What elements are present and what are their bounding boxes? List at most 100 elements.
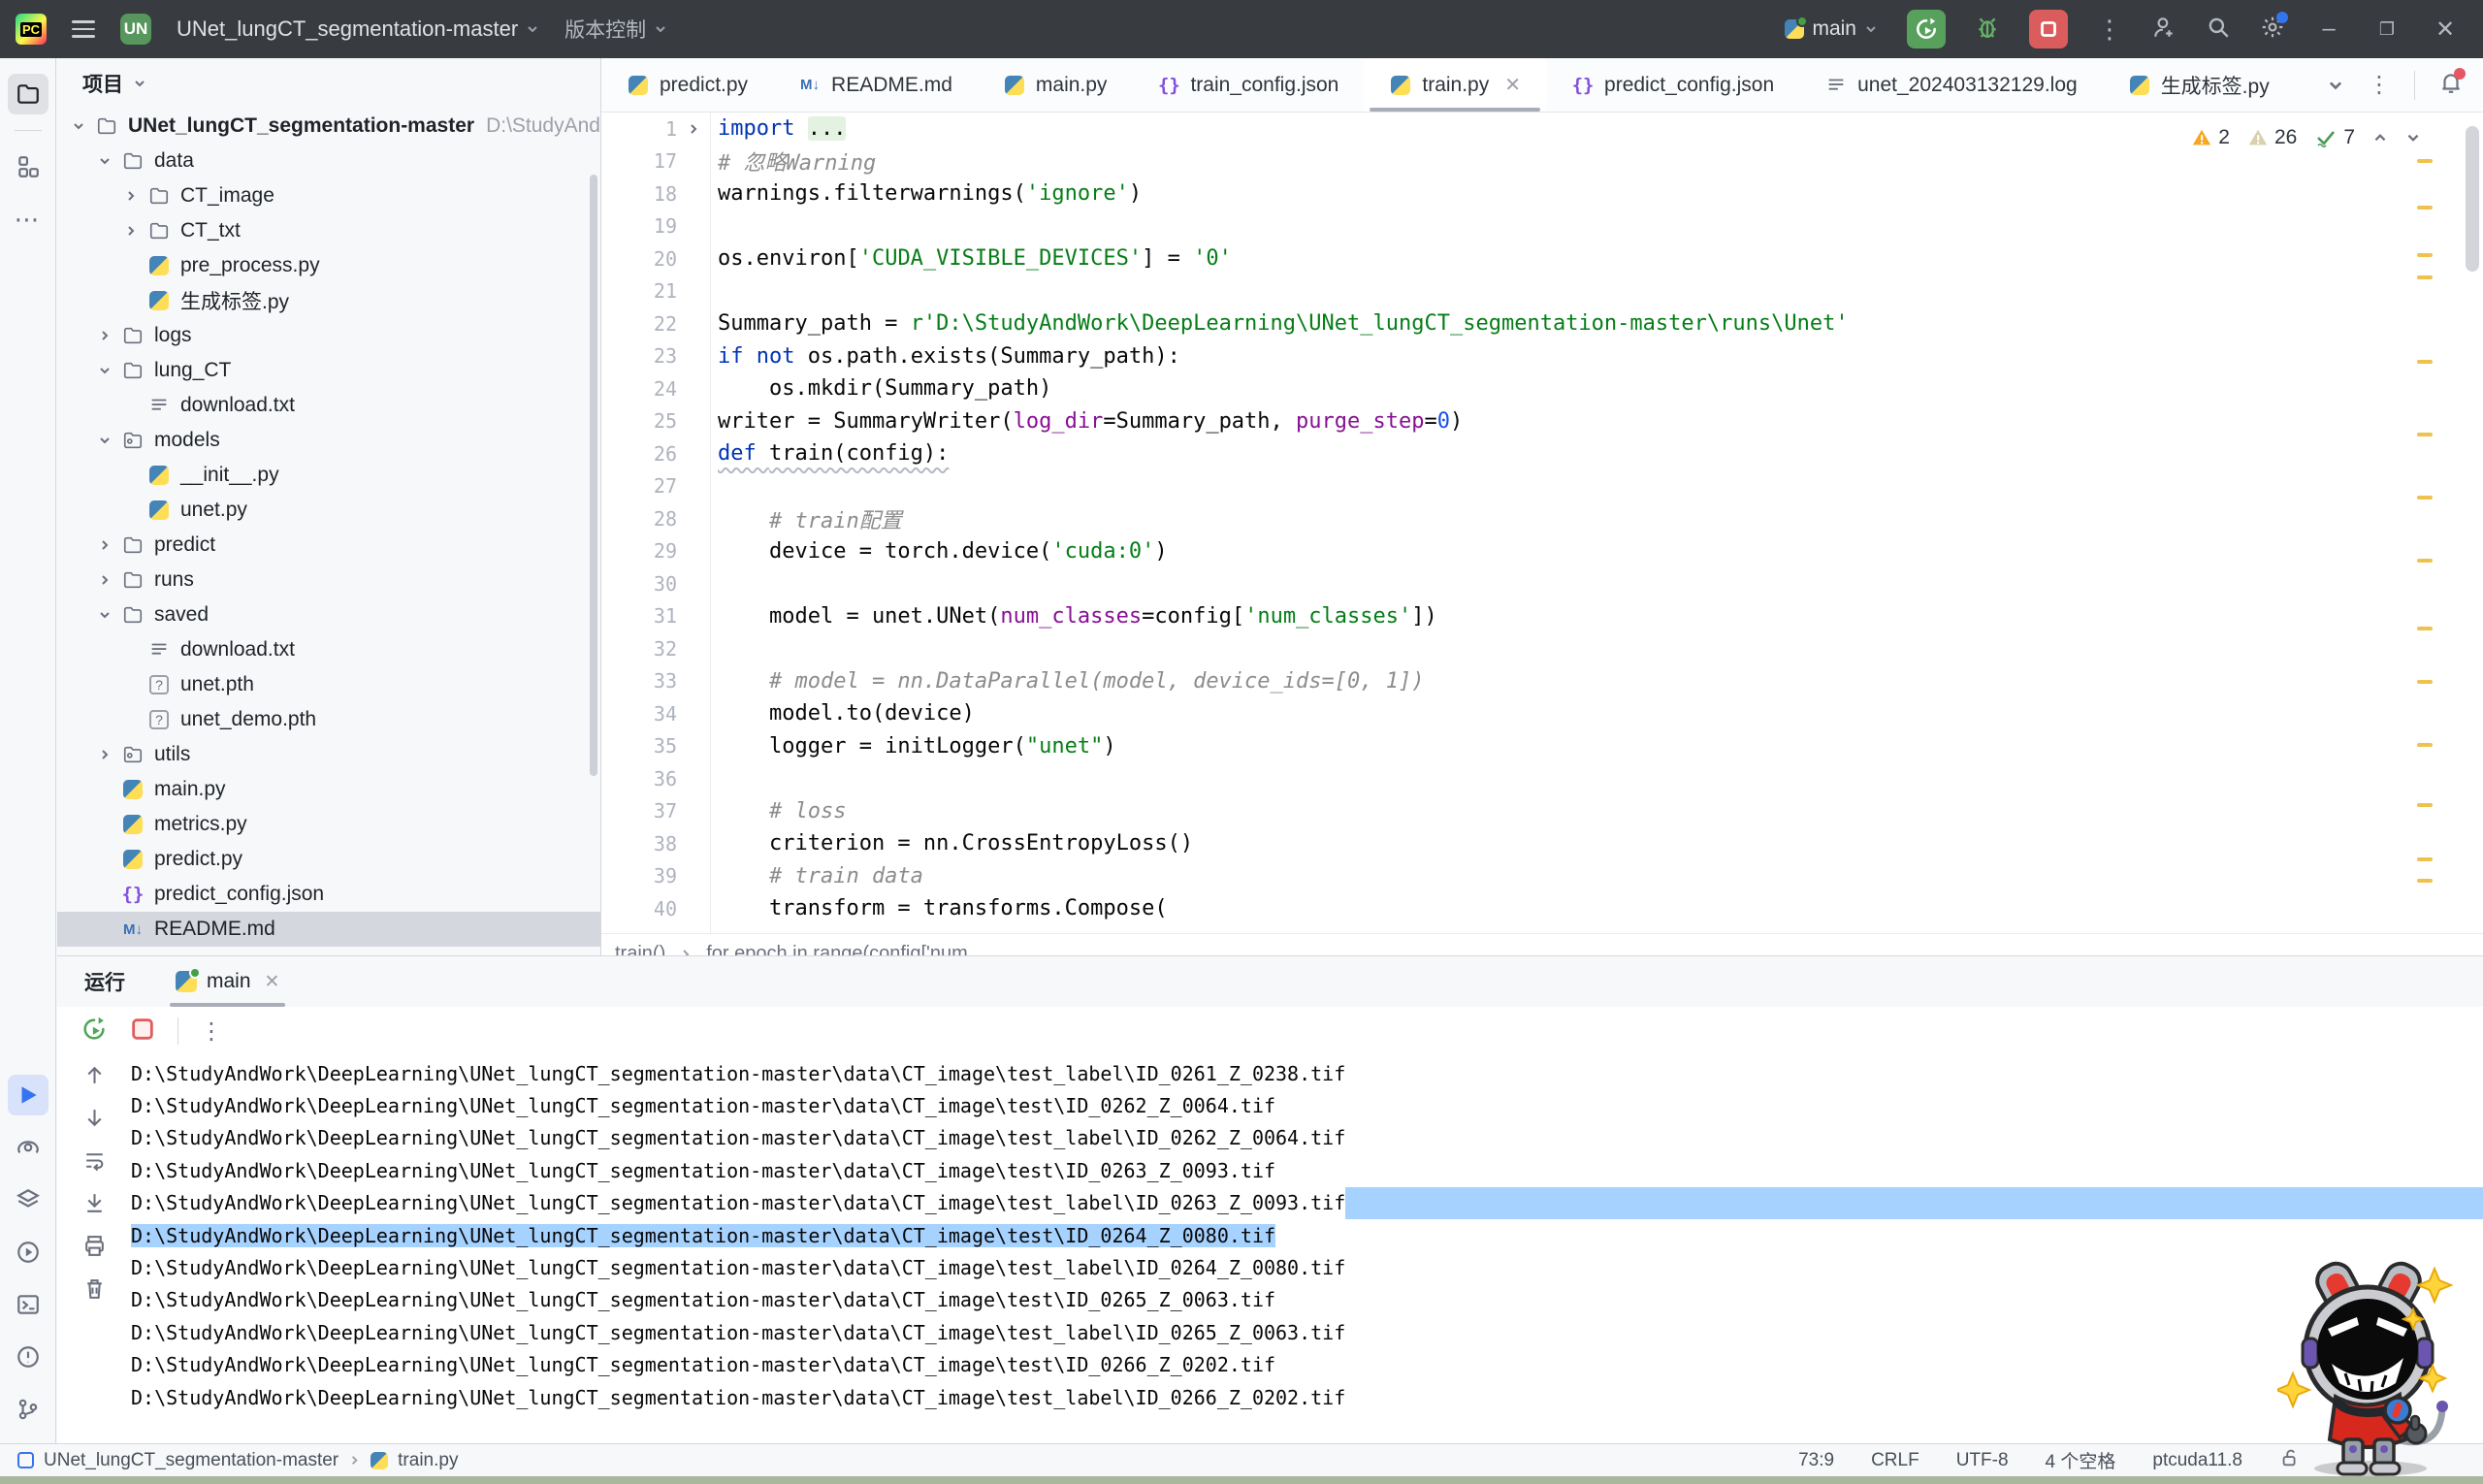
- inspections-widget[interactable]: 2 26 7: [2183, 122, 2429, 153]
- status-project-name[interactable]: UNet_lungCT_segmentation-master: [44, 1450, 339, 1471]
- file-encoding[interactable]: UTF-8: [1956, 1450, 2009, 1471]
- project-avatar[interactable]: UN: [120, 14, 151, 45]
- stripe-warning-tick[interactable]: [2417, 559, 2433, 563]
- code-line-29[interactable]: 29 device = torch.device('cuda:0'): [601, 535, 2483, 568]
- tree-item-UNet_lungCT_segmentation-master[interactable]: UNet_lungCT_segmentation-master D:\StudyA…: [57, 109, 600, 144]
- caret-position[interactable]: 73:9: [1798, 1450, 1834, 1471]
- tree-item-CT_image[interactable]: CT_image: [57, 178, 600, 213]
- stripe-warning-tick[interactable]: [2417, 803, 2433, 807]
- settings-gear-icon[interactable]: [2260, 11, 2288, 45]
- structure-tool-icon[interactable]: [8, 146, 48, 187]
- console-line[interactable]: D:\StudyAndWork\DeepLearning\UNet_lungCT…: [131, 1381, 2483, 1412]
- code-line-22[interactable]: 22 Summary_path = r'D:\StudyAndWork\DeepL…: [601, 307, 2483, 340]
- soft-wrap-icon[interactable]: [82, 1148, 107, 1178]
- tree-item-生成标签.py[interactable]: 生成标签.py: [57, 283, 600, 318]
- typo-count[interactable]: 7: [2314, 126, 2355, 149]
- terminal-icon[interactable]: [8, 1284, 48, 1325]
- add-user-icon[interactable]: [2151, 15, 2177, 45]
- stripe-warning-tick[interactable]: [2417, 433, 2433, 436]
- run-tool-icon[interactable]: [7, 1075, 48, 1115]
- code-line-38[interactable]: 38 criterion = nn.CrossEntropyLoss(): [601, 827, 2483, 860]
- close-button[interactable]: ✕: [2431, 16, 2460, 44]
- warnings-count[interactable]: 2: [2191, 126, 2230, 149]
- scroll-to-end-icon[interactable]: [82, 1191, 107, 1220]
- console-line[interactable]: D:\StudyAndWork\DeepLearning\UNet_lungCT…: [131, 1284, 2483, 1316]
- debug-button[interactable]: [1975, 15, 2000, 45]
- run-panel-title[interactable]: 运行: [84, 967, 125, 996]
- code-line-27[interactable]: 27: [601, 470, 2483, 503]
- project-tool-icon[interactable]: [7, 74, 48, 114]
- run-tab-main[interactable]: main ✕: [170, 956, 286, 1007]
- maximize-button[interactable]: ❐: [2372, 19, 2402, 40]
- tree-item-utils[interactable]: utils: [57, 737, 600, 772]
- tab-train_config.json[interactable]: {} train_config.json: [1132, 58, 1364, 112]
- code-line-33[interactable]: 33 # model = nn.DataParallel(model, devi…: [601, 665, 2483, 698]
- code-line-18[interactable]: 18 warnings.filterwarnings('ignore'): [601, 177, 2483, 210]
- code-line-25[interactable]: 25 writer = SummaryWriter(log_dir=Summary…: [601, 405, 2483, 438]
- tree-item-download.txt[interactable]: download.txt: [57, 632, 600, 667]
- tree-item-predict_config.json[interactable]: {} predict_config.json: [57, 877, 600, 912]
- tree-item-logs[interactable]: logs: [57, 318, 600, 353]
- notifications-bell-icon[interactable]: [2438, 68, 2466, 100]
- code-line-26[interactable]: 26 def train(config):: [601, 437, 2483, 470]
- tree-item-data[interactable]: data: [57, 144, 600, 178]
- close-tab-icon[interactable]: ✕: [265, 971, 280, 993]
- code-line-24[interactable]: 24 os.mkdir(Summary_path): [601, 372, 2483, 405]
- vcs-menu[interactable]: 版本控制: [564, 15, 667, 44]
- clear-console-icon[interactable]: [82, 1276, 107, 1306]
- stripe-warning-tick[interactable]: [2417, 360, 2433, 364]
- code-line-40[interactable]: 40 transform = transforms.Compose(: [601, 892, 2483, 925]
- profiler-icon[interactable]: [8, 1232, 48, 1273]
- tree-item-download.txt[interactable]: download.txt: [57, 388, 600, 423]
- tree-item-pre_process.py[interactable]: pre_process.py: [57, 248, 600, 283]
- up-stacktrace-icon[interactable]: [82, 1063, 107, 1092]
- fold-arrow-icon[interactable]: [686, 121, 701, 137]
- code-line-30[interactable]: 30: [601, 567, 2483, 600]
- tab-predict_config.json[interactable]: {} predict_config.json: [1546, 58, 1799, 112]
- line-ending[interactable]: CRLF: [1871, 1450, 1919, 1471]
- problems-icon[interactable]: [8, 1337, 48, 1377]
- tree-item-README.md[interactable]: M↓ README.md: [57, 912, 600, 947]
- code-line-19[interactable]: 19: [601, 210, 2483, 243]
- version-control-icon[interactable]: [8, 1389, 48, 1430]
- tree-scrollbar[interactable]: [590, 175, 597, 776]
- more-tools-icon[interactable]: ⋯: [8, 199, 48, 240]
- tree-item-predict.py[interactable]: predict.py: [57, 842, 600, 877]
- console-line[interactable]: D:\StudyAndWork\DeepLearning\UNet_lungCT…: [131, 1219, 2483, 1251]
- code-line-31[interactable]: 31 model = unet.UNet(num_classes=config[…: [601, 600, 2483, 633]
- tree-item-models[interactable]: models: [57, 423, 600, 458]
- more-menu-icon[interactable]: ⋮: [2097, 15, 2122, 45]
- tree-item-lung_CT[interactable]: lung_CT: [57, 353, 600, 388]
- console-line[interactable]: D:\StudyAndWork\DeepLearning\UNet_lungCT…: [131, 1251, 2483, 1283]
- tree-item-metrics.py[interactable]: metrics.py: [57, 807, 600, 842]
- tree-item-unet_demo.pth[interactable]: ? unet_demo.pth: [57, 702, 600, 737]
- weak-warnings-count[interactable]: 26: [2247, 126, 2297, 149]
- tree-item-unet.pth[interactable]: ? unet.pth: [57, 667, 600, 702]
- tab-train.py[interactable]: train.py ✕: [1364, 58, 1547, 112]
- stop-button[interactable]: [2029, 10, 2068, 48]
- tree-item-runs[interactable]: runs: [57, 563, 600, 597]
- console-line[interactable]: D:\StudyAndWork\DeepLearning\UNet_lungCT…: [131, 1186, 2483, 1219]
- console-options-icon[interactable]: ⋮: [200, 1017, 223, 1046]
- stripe-warning-tick[interactable]: [2417, 275, 2433, 279]
- code-line-21[interactable]: 21: [601, 275, 2483, 308]
- tree-item-__init__.py[interactable]: __init__.py: [57, 458, 600, 493]
- close-tab-icon[interactable]: ✕: [1504, 73, 1521, 97]
- interpreter[interactable]: ptcuda11.8: [2152, 1450, 2242, 1471]
- tab-生成标签.py[interactable]: 生成标签.py: [2103, 58, 2295, 112]
- stripe-warning-tick[interactable]: [2417, 496, 2433, 500]
- python-console-icon[interactable]: [8, 1127, 48, 1168]
- next-problem-icon[interactable]: [2405, 130, 2421, 145]
- stripe-warning-tick[interactable]: [2417, 206, 2433, 210]
- tab-options-icon[interactable]: ⋮: [2368, 71, 2391, 99]
- tree-item-predict[interactable]: predict: [57, 528, 600, 563]
- tree-item-saved[interactable]: saved: [57, 597, 600, 632]
- stripe-warning-tick[interactable]: [2417, 879, 2433, 883]
- services-icon[interactable]: [8, 1179, 48, 1220]
- stripe-warning-tick[interactable]: [2417, 743, 2433, 747]
- stripe-warning-tick[interactable]: [2417, 627, 2433, 630]
- console-line[interactable]: D:\StudyAndWork\DeepLearning\UNet_lungCT…: [131, 1122, 2483, 1154]
- console-output[interactable]: D:\StudyAndWork\DeepLearning\UNet_lungCT…: [131, 1055, 2483, 1412]
- console-line[interactable]: D:\StudyAndWork\DeepLearning\UNet_lungCT…: [131, 1089, 2483, 1121]
- console-line[interactable]: D:\StudyAndWork\DeepLearning\UNet_lungCT…: [131, 1154, 2483, 1186]
